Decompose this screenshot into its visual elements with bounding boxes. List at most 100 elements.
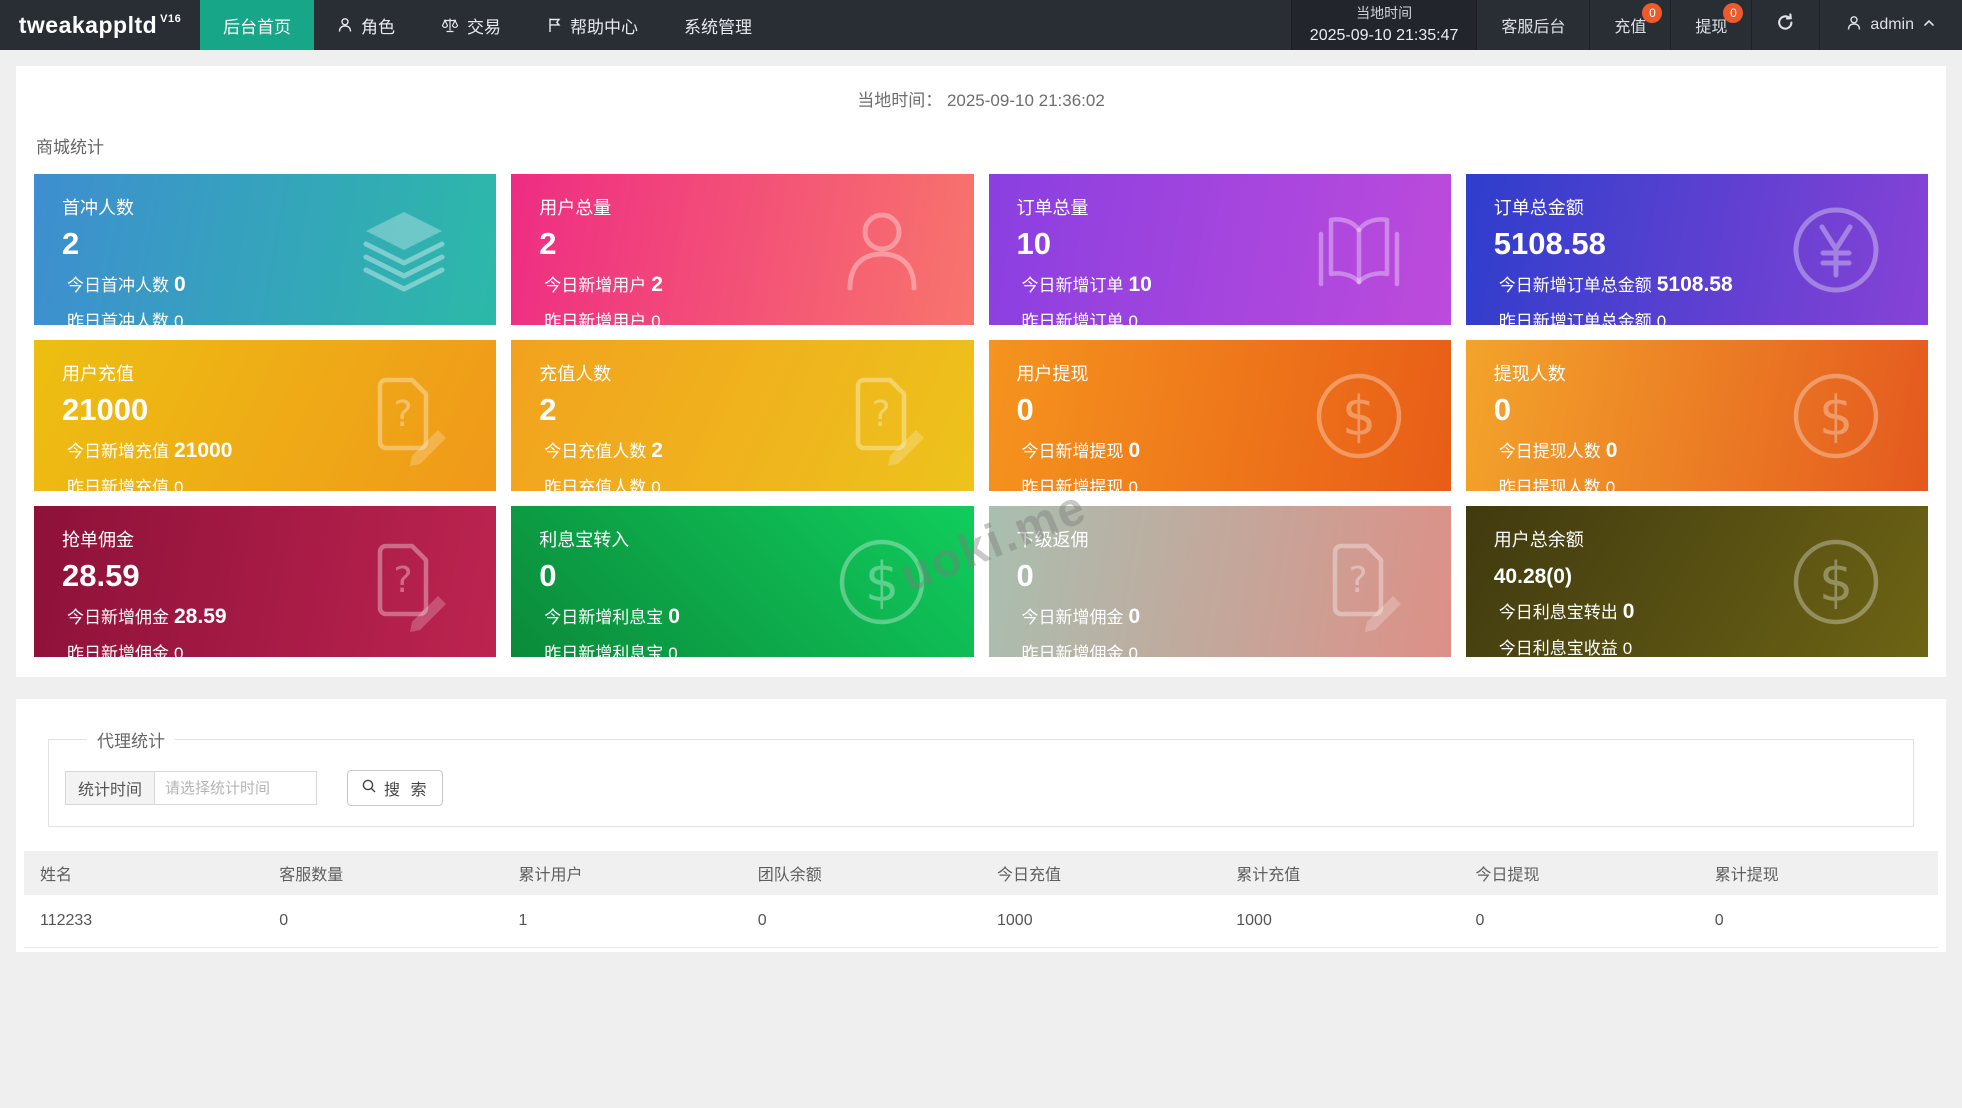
stat-card-yesterday-value: 0 bbox=[174, 478, 184, 491]
stat-card-today-value: 5108.58 bbox=[1656, 273, 1733, 297]
stat-card-today-label: 今日新增利息宝 bbox=[544, 608, 664, 628]
agent-table-body: 112233 0 1 0 1000 1000 0 0 bbox=[24, 895, 1938, 948]
panel-time-value: 2025-09-10 21:36:02 bbox=[946, 91, 1105, 110]
shop-stats-title: 商城统计 bbox=[36, 138, 104, 157]
stat-card-yesterday-line: 昨日新增提现 0 bbox=[1017, 473, 1451, 491]
refresh-icon bbox=[1776, 13, 1795, 37]
yen-icon bbox=[1786, 200, 1886, 300]
agent-table-header-cell: 团队余额 bbox=[741, 851, 981, 895]
search-button-label: 搜 索 bbox=[384, 782, 430, 799]
withdraw-label: 提现 bbox=[1695, 19, 1728, 36]
stat-card-yesterday-line: 昨日新增利息宝 0 bbox=[539, 639, 973, 657]
recharge-label: 充值 bbox=[1614, 19, 1647, 36]
stat-time-label: 统计时间 bbox=[65, 771, 156, 805]
menu-item-dashboard[interactable]: 后台首页 bbox=[200, 0, 314, 50]
stat-card-yesterday-label: 昨日充值人数 bbox=[544, 478, 647, 491]
stat-card: 用户充值 21000 今日新增充值 21000 昨日新增充值 0 ? bbox=[34, 340, 497, 491]
recharge-badge: 0 bbox=[1642, 3, 1663, 23]
table-cell: 1000 bbox=[981, 895, 1221, 948]
refresh-button[interactable] bbox=[1752, 0, 1821, 50]
stat-time-input[interactable] bbox=[155, 771, 318, 805]
stat-card: 利息宝转入 0 今日新增利息宝 0 昨日新增利息宝 0 $ bbox=[511, 506, 974, 657]
stat-card-today-label: 今日首冲人数 bbox=[67, 276, 169, 296]
withdraw-button[interactable]: 提现 0 bbox=[1671, 0, 1753, 50]
app-logo[interactable]: tweakappltd V16 bbox=[0, 0, 200, 50]
stats-cards-grid: 首冲人数 2 今日首冲人数 0 昨日首冲人数 0 用户总量 2 今日新增用户 2 昨日… bbox=[34, 174, 1928, 657]
stat-card-today-label: 今日新增佣金 bbox=[67, 608, 169, 628]
stat-card-yesterday-value: 0 bbox=[651, 312, 661, 325]
recharge-button[interactable]: 充值 0 bbox=[1590, 0, 1672, 50]
stat-card-today-value: 0 bbox=[1128, 605, 1141, 629]
stat-card-yesterday-line: 昨日新增订单总金额 0 bbox=[1494, 307, 1928, 325]
stat-card-yesterday-label: 昨日新增提现 bbox=[1021, 478, 1124, 491]
service-backend-button[interactable]: 客服后台 bbox=[1477, 0, 1591, 50]
stat-card-today-value: 0 bbox=[1622, 600, 1635, 624]
person-icon bbox=[337, 17, 353, 33]
stat-card-yesterday-value: 0 bbox=[668, 644, 678, 657]
stat-card-yesterday-label: 昨日新增充值 bbox=[67, 478, 169, 491]
svg-text:?: ? bbox=[394, 560, 413, 601]
agent-table-header-cell: 累计充值 bbox=[1220, 851, 1460, 895]
search-button[interactable]: 搜 索 bbox=[347, 770, 444, 806]
stat-card: 充值人数 2 今日充值人数 2 昨日充值人数 0 ? bbox=[511, 340, 974, 491]
withdraw-badge: 0 bbox=[1723, 3, 1744, 23]
dollar-icon: $ bbox=[1786, 366, 1886, 466]
app-logo-version: V16 bbox=[160, 12, 182, 25]
top-navbar: tweakappltd V16 后台首页 角色 交易 帮助中心 系统管理 当地时… bbox=[0, 0, 1962, 50]
dollar-icon: $ bbox=[1786, 532, 1886, 632]
menu-item-roles[interactable]: 角色 bbox=[314, 0, 418, 50]
table-cell: 1000 bbox=[1220, 895, 1460, 948]
admin-user-menu[interactable]: admin bbox=[1820, 0, 1962, 50]
stat-card-today-value: 0 bbox=[1605, 439, 1618, 463]
local-time-label: 当地时间 bbox=[1356, 5, 1413, 22]
stat-card-yesterday-value: 0 bbox=[1128, 312, 1138, 325]
stat-card-yesterday-line: 昨日新增佣金 0 bbox=[62, 639, 496, 657]
agent-stats-panel: 代理统计 统计时间 搜 索 姓名客服数量累计用户团队余额今日充值累计充值今日提现… bbox=[16, 699, 1946, 952]
stat-card-today-label: 今日提现人数 bbox=[1498, 442, 1601, 462]
stat-card-today-label: 今日利息宝转出 bbox=[1498, 603, 1618, 623]
stat-card-yesterday-value: 0 bbox=[1656, 312, 1667, 325]
local-time-value: 2025-09-10 21:35:47 bbox=[1309, 26, 1459, 44]
menu-item-system[interactable]: 系统管理 bbox=[661, 0, 775, 50]
stat-card-yesterday-line: 昨日提现人数 0 bbox=[1494, 473, 1928, 491]
svg-text:$: $ bbox=[1342, 385, 1376, 448]
stat-card-yesterday-label: 昨日新增佣金 bbox=[1021, 644, 1124, 657]
stat-card-today-value: 0 bbox=[668, 605, 680, 629]
table-row: 112233 0 1 0 1000 1000 0 0 bbox=[24, 895, 1938, 948]
stat-time-input-group: 统计时间 bbox=[65, 771, 318, 805]
stat-card-yesterday-line: 今日利息宝收益 0 bbox=[1494, 634, 1928, 657]
agent-table-header-cell: 今日提现 bbox=[1459, 851, 1699, 895]
chevron-up-icon bbox=[1922, 16, 1936, 35]
stat-card-yesterday-label: 昨日新增用户 bbox=[544, 312, 647, 325]
stat-card: 首冲人数 2 今日首冲人数 0 昨日首冲人数 0 bbox=[34, 174, 497, 325]
stat-card-today-value: 10 bbox=[1128, 273, 1152, 297]
stat-card: 下级返佣 0 今日新增佣金 0 昨日新增佣金 0 ? bbox=[988, 506, 1451, 657]
stat-card-today-label: 今日新增订单总金额 bbox=[1498, 276, 1652, 296]
agent-table-header-cell: 姓名 bbox=[24, 851, 264, 895]
svg-text:$: $ bbox=[864, 551, 898, 614]
panel-time-row: 当地时间： 2025-09-10 21:36:02 bbox=[34, 66, 1928, 117]
stat-card-today-value: 2 bbox=[651, 273, 663, 297]
panel-time-label: 当地时间： bbox=[857, 91, 943, 110]
search-icon bbox=[361, 778, 377, 799]
menu-item-trade[interactable]: 交易 bbox=[418, 0, 524, 50]
stat-card-yesterday-value: 0 bbox=[1128, 644, 1138, 657]
stat-card-today-label: 今日新增提现 bbox=[1021, 442, 1124, 462]
service-backend-label: 客服后台 bbox=[1501, 19, 1566, 36]
svg-text:?: ? bbox=[871, 394, 890, 435]
menu-item-label: 交易 bbox=[467, 17, 501, 37]
svg-text:?: ? bbox=[394, 394, 413, 435]
scales-icon bbox=[441, 17, 459, 33]
flag-icon bbox=[547, 17, 562, 33]
svg-text:$: $ bbox=[1819, 385, 1853, 448]
agent-stats-title: 代理统计 bbox=[97, 732, 165, 751]
admin-username: admin bbox=[1870, 16, 1914, 33]
doc-icon: ? bbox=[354, 366, 454, 466]
stat-card-yesterday-label: 今日利息宝收益 bbox=[1498, 639, 1618, 657]
shop-stats-panel: 当地时间： 2025-09-10 21:36:02 商城统计 首冲人数 2 今日… bbox=[16, 66, 1946, 677]
main-menu: 后台首页 角色 交易 帮助中心 系统管理 bbox=[200, 0, 775, 50]
stat-card-today-value: 28.59 bbox=[174, 605, 227, 629]
menu-item-help[interactable]: 帮助中心 bbox=[524, 0, 661, 50]
app-logo-text: tweakappltd bbox=[18, 11, 158, 38]
menu-item-label: 后台首页 bbox=[223, 17, 291, 37]
